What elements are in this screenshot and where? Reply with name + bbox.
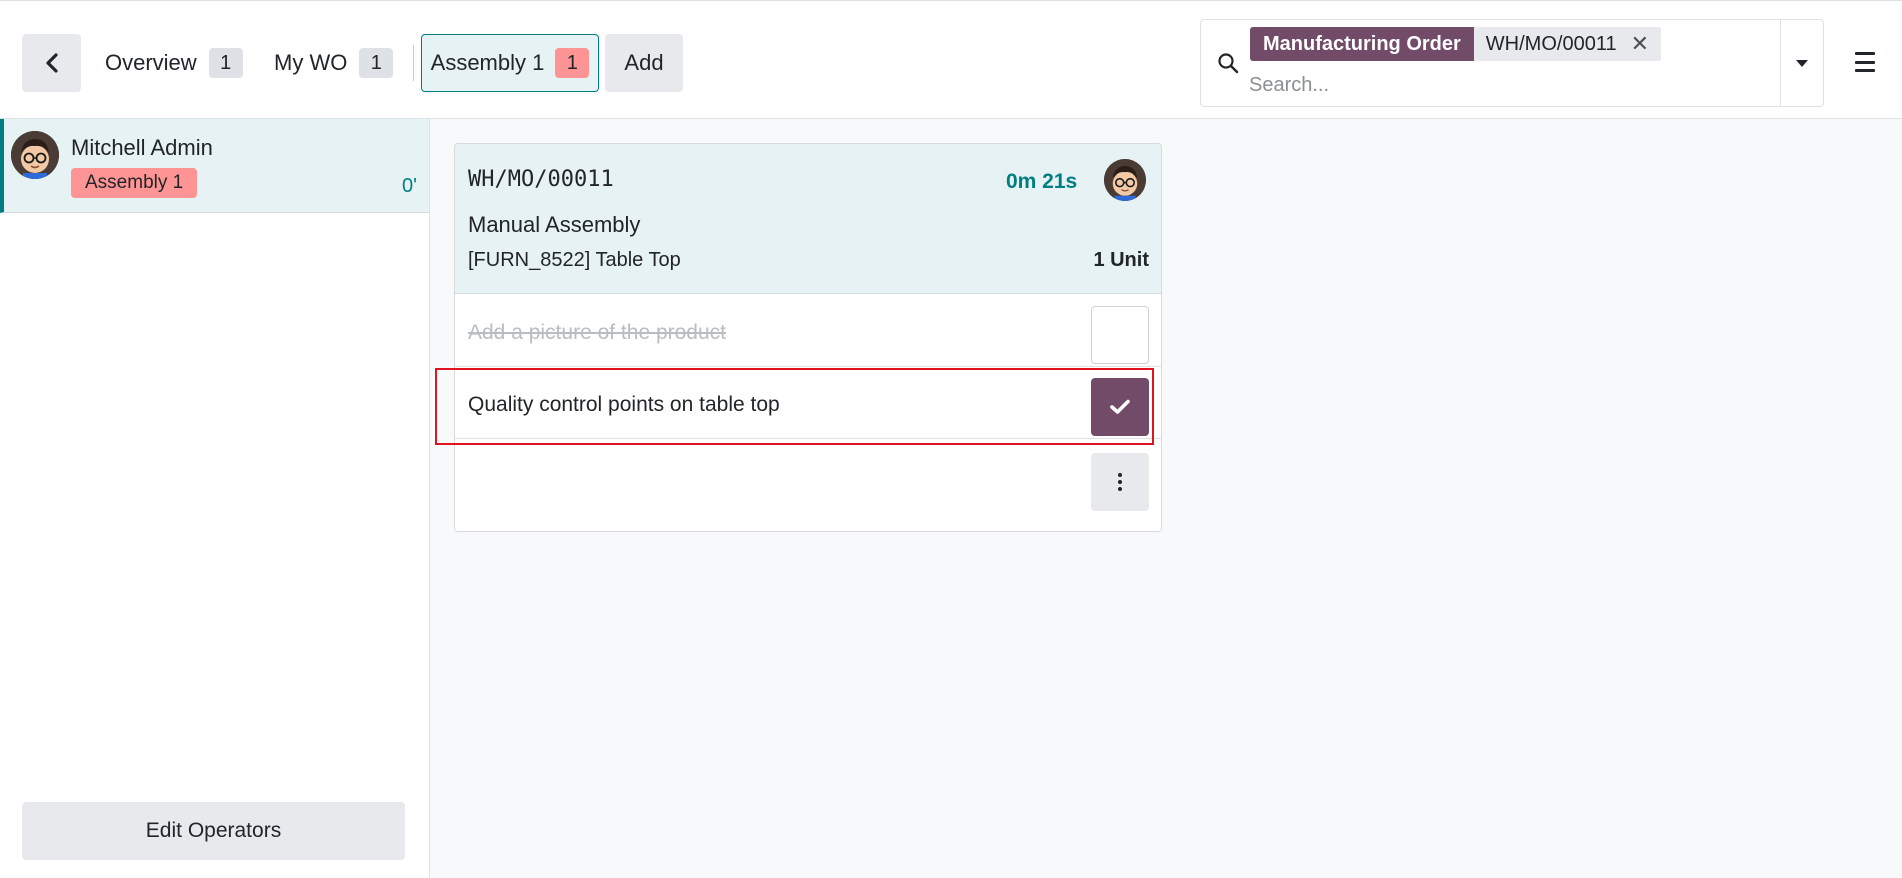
step-label: Add a picture of the product [468,321,726,344]
search-facet: Manufacturing Order WH/MO/00011 ✕ [1250,27,1662,61]
avatar [1104,159,1146,201]
search-input[interactable] [1249,70,1769,100]
hamburger-menu-icon[interactable] [1853,49,1877,75]
chevron-left-icon [45,53,58,73]
workorder-operator-avatar-icon [1104,159,1146,201]
tab-assembly-1-label: Assembly 1 [430,50,545,75]
step-checkbox[interactable] [1091,306,1149,364]
search-facet-value: WH/MO/00011 [1485,32,1617,55]
search-icon [1218,53,1239,74]
tab-my-wo-count: 1 [359,48,394,78]
avatar [11,131,59,179]
operator-sidebar: Mitchell Admin Assembly 1 0' Edit Operat… [0,119,430,878]
caret-down-icon [1796,59,1808,67]
search-facet-label: Manufacturing Order [1250,27,1474,61]
workorder-product: [FURN_8522] Table Top [468,249,681,271]
tab-my-wo[interactable]: My WO 1 [274,34,394,92]
operator-item[interactable]: Mitchell Admin Assembly 1 0' [0,119,429,213]
checkmark-icon [1110,399,1130,414]
search-facet-value-wrap: WH/MO/00011 ✕ [1473,27,1662,61]
tab-assembly-1-count: 1 [555,48,590,78]
search-panel: Manufacturing Order WH/MO/00011 ✕ [1200,19,1824,107]
tab-overview-label: Overview [105,50,197,75]
workorder-operation: Manual Assembly [468,212,641,237]
search-options-toggle[interactable] [1780,20,1823,106]
step-validate-button[interactable] [1091,378,1149,436]
operator-time: 0' [402,175,417,197]
workorder-timer: 0m 21s [1006,170,1078,193]
back-button[interactable] [22,34,81,92]
kebab-vertical-icon[interactable] [1091,453,1149,511]
step-label: Quality control points on table top [468,393,780,416]
list-item[interactable]: Add a picture of the product [455,295,1161,367]
tab-overview[interactable]: Overview 1 [105,34,243,92]
tab-assembly-1[interactable]: Assembly 1 1 [421,34,599,92]
tab-divider [413,45,414,81]
tab-overview-count: 1 [208,48,243,78]
add-workcenter-button[interactable]: Add [605,34,683,92]
edit-operators-button[interactable]: Edit Operators [22,802,405,860]
workorder-reference: WH/MO/00011 [468,167,614,192]
workorder-card-header[interactable]: WH/MO/00011 0m 21s Manual Assembly [FURN… [455,144,1161,294]
list-item[interactable]: Quality control points on table top [455,367,1161,439]
operator-name: Mitchell Admin [71,135,213,160]
tab-my-wo-label: My WO [274,50,348,75]
close-icon[interactable]: ✕ [1631,33,1649,55]
top-bar: Overview 1 My WO 1 Assembly 1 1 Add Manu… [0,0,1902,119]
operator-avatar-icon [11,131,59,179]
workorder-quantity: 1 Unit [1093,249,1149,271]
workorder-actions-row [455,440,1161,531]
operator-workcenter-badge: Assembly 1 [71,168,198,198]
workorder-card: WH/MO/00011 0m 21s Manual Assembly [FURN… [454,143,1162,532]
